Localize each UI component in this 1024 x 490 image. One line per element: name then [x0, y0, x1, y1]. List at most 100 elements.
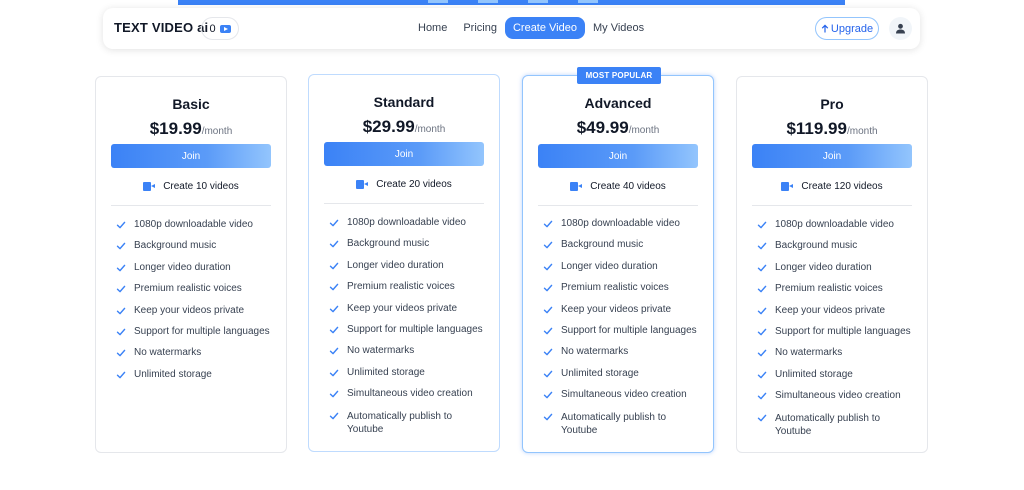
feature-text: Support for multiple languages	[775, 325, 911, 337]
feature-text: No watermarks	[134, 347, 202, 359]
nav-link-pricing[interactable]: Pricing	[455, 17, 505, 39]
feature-item: Premium realistic voices	[757, 283, 915, 304]
plan-name: Standard	[373, 94, 435, 110]
upgrade-button[interactable]: Upgrade	[815, 17, 879, 40]
feature-text: 1080p downloadable video	[347, 217, 466, 228]
videos-quota-label: Create 20 videos	[376, 179, 452, 190]
video-camera-icon	[143, 182, 156, 191]
avatar[interactable]	[889, 17, 912, 40]
plan-period: /month	[628, 125, 660, 136]
feature-text: Support for multiple languages	[347, 323, 483, 335]
feature-item: Keep your videos private	[543, 304, 701, 325]
brand-logo[interactable]: TEXT VIDEO ai	[114, 20, 208, 35]
feature-item: No watermarks	[329, 345, 487, 366]
nav-link-my-videos[interactable]: My Videos	[585, 17, 652, 39]
check-icon	[329, 305, 339, 312]
credits-pill[interactable]: 0	[201, 17, 239, 40]
feature-item: Simultaneous video creation	[757, 390, 915, 411]
plan-name: Advanced	[584, 95, 652, 111]
nav-link-create-video[interactable]: Create Video	[504, 17, 585, 39]
feature-item: Longer video duration	[543, 261, 701, 282]
feature-text: Background music	[561, 239, 644, 251]
feature-text: Keep your videos private	[134, 304, 245, 316]
video-icon	[219, 24, 231, 33]
check-icon	[543, 284, 553, 292]
feature-text: Simultaneous video creation	[561, 389, 687, 401]
feature-item: Background music	[757, 240, 915, 261]
feature-text: 1080p downloadable video	[775, 219, 894, 230]
plan-period: /month	[846, 126, 878, 137]
feature-text: Background music	[775, 240, 858, 252]
feature-text: Premium realistic voices	[134, 283, 242, 295]
check-icon	[329, 348, 339, 355]
feature-text: No watermarks	[561, 346, 629, 358]
join-button[interactable]: Join	[324, 142, 484, 166]
feature-text: Premium realistic voices	[775, 283, 883, 295]
feature-text: Premium realistic voices	[561, 282, 669, 294]
join-button[interactable]: Join	[752, 144, 912, 168]
plan-price-row: $19.99/month	[96, 119, 286, 139]
feature-text: Simultaneous video creation	[775, 390, 901, 402]
feature-item: Keep your videos private	[757, 305, 915, 326]
feature-item: Keep your videos private	[329, 303, 487, 324]
feature-text: Background music	[134, 240, 217, 252]
feature-item: No watermarks	[757, 347, 915, 368]
check-icon	[543, 391, 553, 399]
feature-text: No watermarks	[347, 345, 415, 357]
plan-period: /month	[414, 124, 446, 135]
check-icon	[543, 413, 553, 420]
check-icon	[116, 328, 126, 336]
arrow-up-icon	[821, 24, 829, 33]
plan-price: $19.99	[149, 119, 202, 138]
nav-link-home[interactable]: Home	[410, 17, 455, 39]
feature-item: Unlimited storage	[757, 369, 915, 390]
check-icon	[757, 350, 767, 357]
divider	[111, 205, 271, 206]
divider	[752, 205, 912, 206]
feature-text: Keep your videos private	[347, 302, 458, 314]
check-icon	[543, 327, 553, 335]
videos-quota: Create 10 videos	[96, 181, 286, 192]
feature-list: 1080p downloadable video Background music…	[543, 218, 701, 439]
feature-item: Automatically publish to Youtube	[329, 410, 487, 438]
plan-name: Pro	[820, 96, 844, 112]
feature-item: No watermarks	[543, 346, 701, 367]
feature-item: Unlimited storage	[116, 369, 274, 390]
check-icon	[543, 220, 553, 228]
check-icon	[116, 285, 126, 293]
check-icon	[329, 262, 339, 270]
join-button[interactable]: Join	[111, 144, 271, 168]
feature-item: Premium realistic voices	[543, 282, 701, 303]
check-icon	[116, 221, 126, 229]
join-button[interactable]: Join	[538, 144, 698, 168]
feature-item: 1080p downloadable video	[116, 219, 274, 240]
check-icon	[329, 369, 339, 377]
navbar: TEXT VIDEO ai 0 Home Pricing Create Vide…	[103, 8, 920, 49]
check-icon	[543, 306, 553, 313]
feature-text: Keep your videos private	[775, 304, 886, 316]
feature-item: 1080p downloadable video	[329, 217, 487, 238]
feature-text: No watermarks	[775, 347, 843, 359]
user-icon	[896, 23, 905, 34]
feature-text: Automatically publish to Youtube	[561, 411, 667, 436]
check-icon	[329, 283, 339, 291]
check-icon	[757, 264, 767, 272]
feature-item: Background music	[543, 239, 701, 260]
check-icon	[757, 285, 767, 293]
plan-price-row: $49.99/month	[523, 118, 713, 138]
videos-quota-label: Create 40 videos	[590, 181, 666, 192]
divider	[538, 205, 698, 206]
feature-text: Unlimited storage	[347, 366, 425, 378]
plan-price-row: $29.99/month	[309, 117, 499, 137]
plan-card-pro: Pro $119.99/month Join Create 120 videos…	[736, 76, 928, 453]
plan-card-advanced: MOST POPULAR Advanced $49.99/month Join …	[522, 67, 714, 453]
feature-item: Simultaneous video creation	[329, 388, 487, 409]
feature-text: Longer video duration	[347, 259, 444, 271]
feature-text: 1080p downloadable video	[134, 219, 253, 230]
feature-text: Automatically publish to Youtube	[347, 410, 453, 435]
check-icon	[757, 243, 767, 250]
divider	[324, 203, 484, 204]
feature-text: Support for multiple languages	[134, 325, 270, 337]
feature-item: Support for multiple languages	[116, 326, 274, 347]
video-camera-icon	[356, 180, 369, 189]
